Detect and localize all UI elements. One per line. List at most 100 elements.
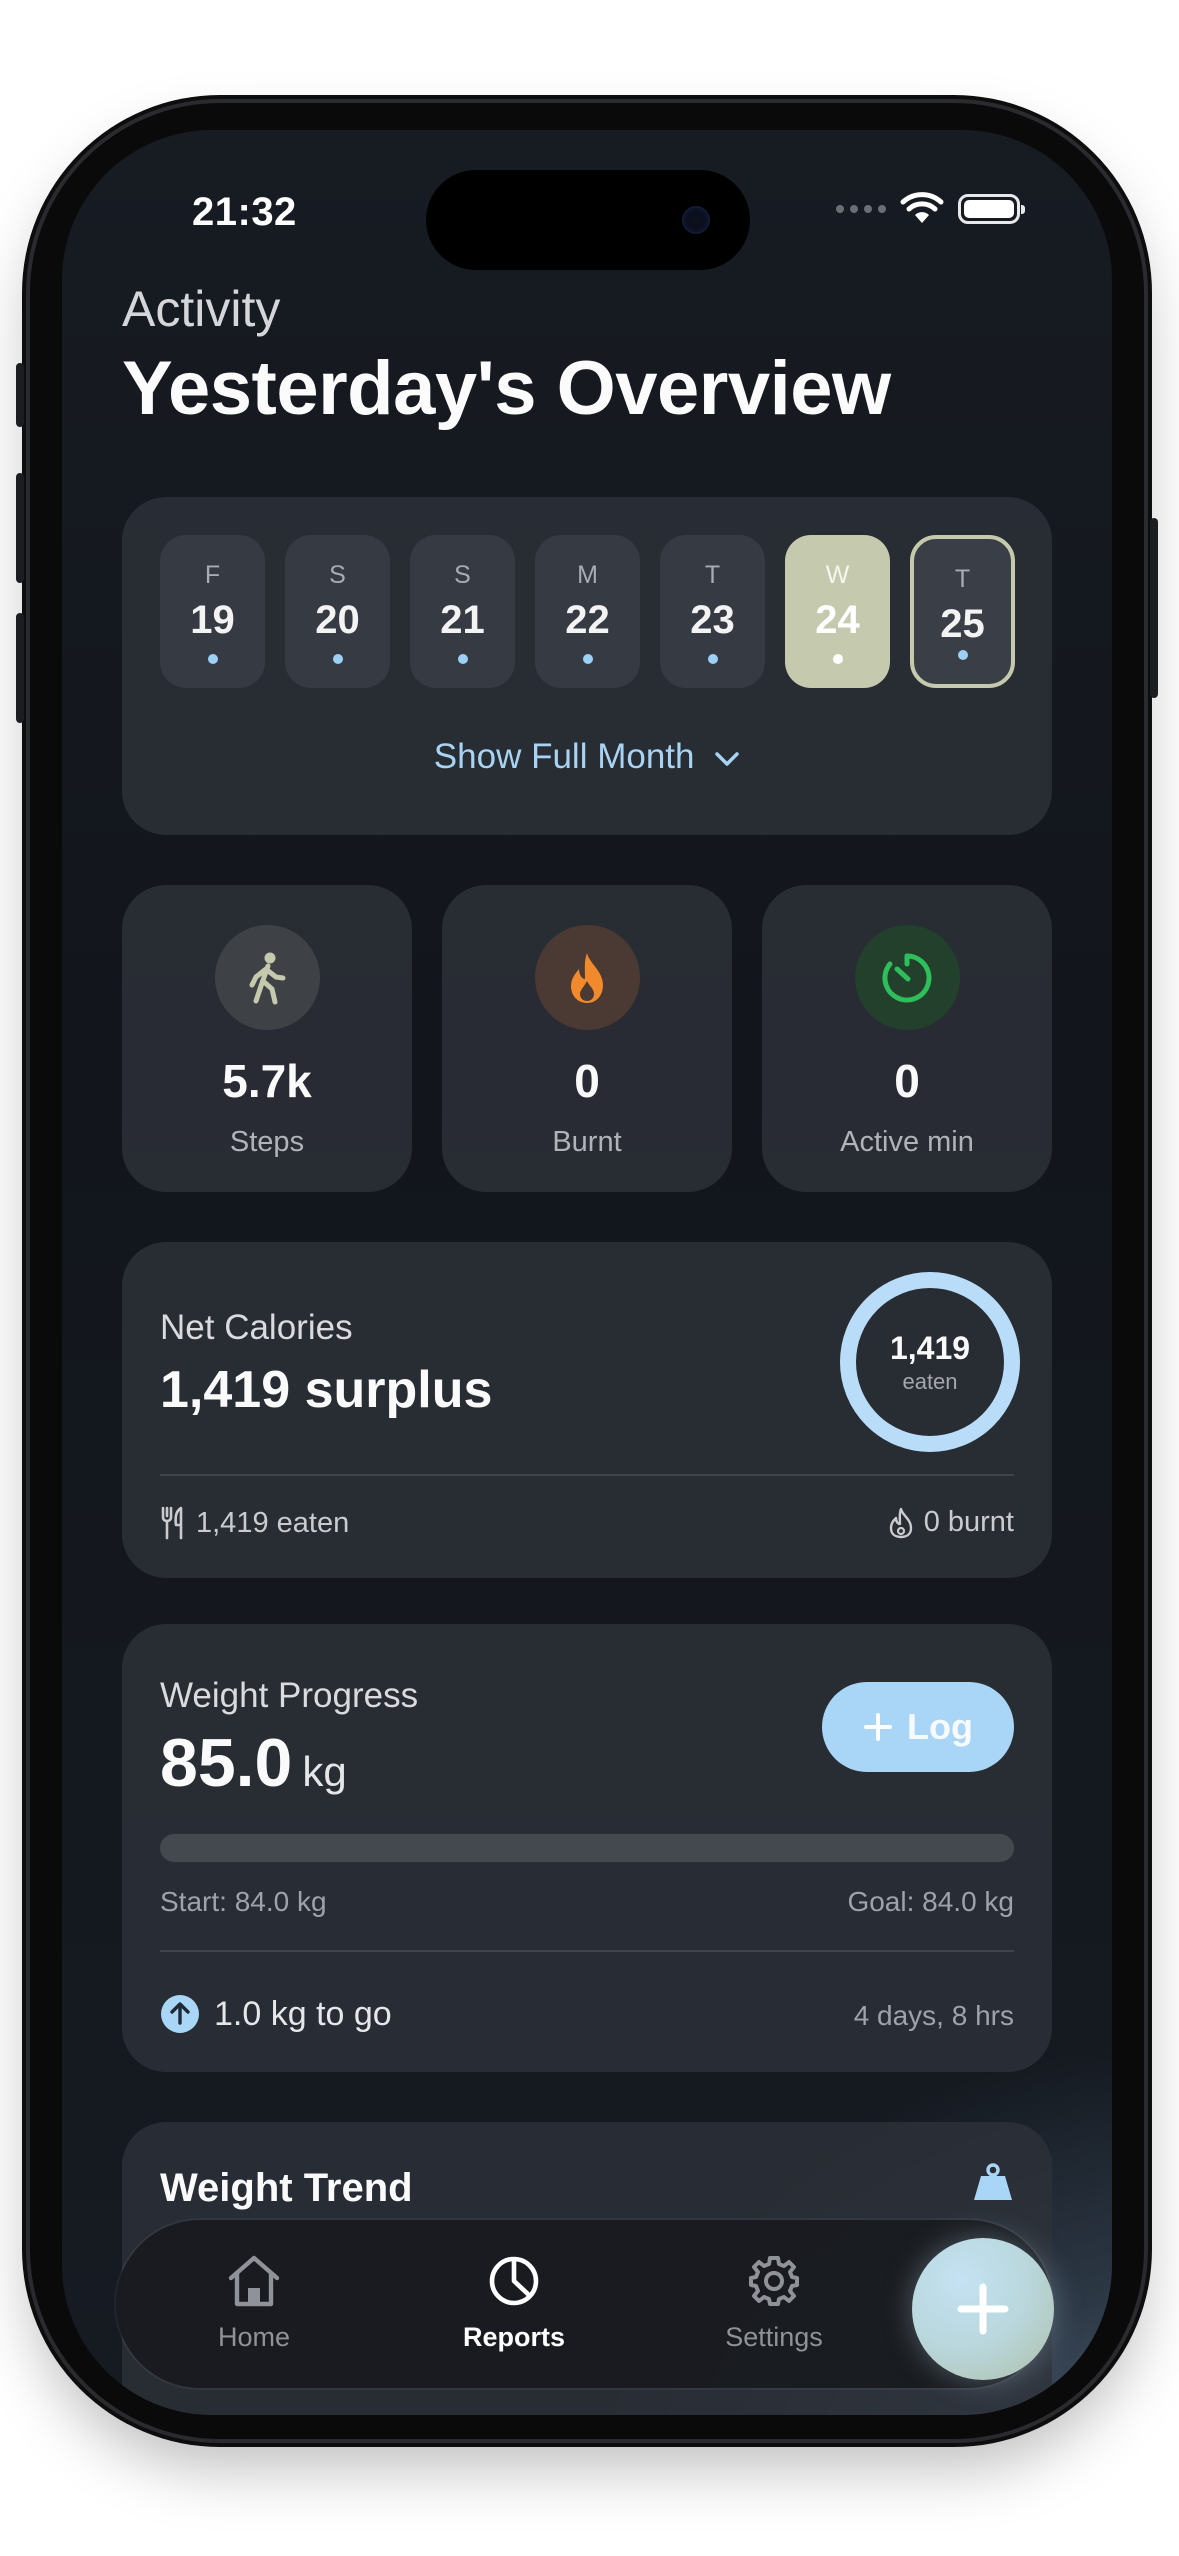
weight-trend-label: Weight Trend xyxy=(160,2166,413,2210)
wifi-icon xyxy=(900,192,944,223)
day-chip-24[interactable]: W 24 xyxy=(785,535,890,688)
day-weekday: M xyxy=(577,561,598,589)
week-calendar-card: F 19 S 20 S 21 M 22 T 23 W 24 T 25 Show Full Month xyxy=(122,497,1052,835)
net-calories-value: 1,419 surplus xyxy=(160,1361,493,1419)
status-time: 21:32 xyxy=(192,190,297,234)
start-weight: Start: 84.0 kg xyxy=(160,1886,327,1917)
scale-weight-icon xyxy=(974,2163,1012,2200)
camera-icon xyxy=(682,206,710,234)
day-number: 19 xyxy=(190,598,235,642)
time-remaining: 4 days, 8 hrs xyxy=(853,2000,1014,2031)
week-days: F 19 S 20 S 21 M 22 T 23 W 24 T 25 xyxy=(160,535,1015,688)
tab-home-label: Home xyxy=(217,2322,291,2352)
burnt-summary: 0 burnt xyxy=(888,1506,1014,1539)
show-full-month-label: Show Full Month xyxy=(433,737,695,776)
log-weight-button[interactable]: Log xyxy=(822,1682,1014,1772)
chevron-down-icon xyxy=(715,752,739,766)
net-calories-card[interactable]: Net Calories 1,419 surplus 1,419 eaten 1… xyxy=(122,1242,1052,1578)
steps-label: Steps xyxy=(229,1126,305,1158)
day-number: 25 xyxy=(940,602,985,646)
steps-card[interactable]: 5.7k Steps xyxy=(122,885,412,1192)
steps-value: 5.7k xyxy=(222,1055,312,1107)
weight-unit: kg xyxy=(302,1748,347,1795)
flame-outline-icon xyxy=(889,1507,912,1538)
active-min-label: Active min xyxy=(840,1126,974,1158)
day-indicator-dot xyxy=(207,654,218,664)
eaten-label: 1,419 eaten xyxy=(196,1506,350,1539)
day-indicator-dot xyxy=(707,654,718,664)
dynamic-island xyxy=(426,170,750,270)
battery-icon xyxy=(958,194,1025,224)
page-subtitle: Activity xyxy=(122,281,281,337)
volume-up-button xyxy=(16,473,24,583)
weight-value: 85.0 kg xyxy=(160,1724,347,1802)
divider xyxy=(160,1474,1014,1476)
show-full-month-button[interactable]: Show Full Month xyxy=(122,737,1052,777)
gear-icon xyxy=(749,2256,799,2306)
day-weekday: T xyxy=(704,561,721,589)
active-min-value: 0 xyxy=(894,1055,920,1107)
burnt-label: Burnt xyxy=(552,1126,622,1158)
day-indicator-dot xyxy=(457,654,468,664)
tab-home[interactable]: Home xyxy=(154,2254,354,2353)
signal-icon xyxy=(836,205,886,213)
plus-icon xyxy=(864,1713,892,1741)
to-go-summary: 1.0 kg to go xyxy=(160,1994,392,2034)
burnt-value: 0 xyxy=(574,1055,600,1107)
mute-switch xyxy=(16,363,24,427)
day-indicator-dot xyxy=(957,650,968,660)
day-chip-22[interactable]: M 22 xyxy=(535,535,640,688)
tab-settings[interactable]: Settings xyxy=(674,2254,874,2353)
weight-progress-label: Weight Progress xyxy=(160,1676,419,1715)
tab-reports[interactable]: Reports xyxy=(414,2254,614,2353)
walking-icon xyxy=(214,925,320,1030)
add-entry-button[interactable] xyxy=(912,2238,1054,2380)
day-chip-21[interactable]: S 21 xyxy=(410,535,515,688)
day-chip-20[interactable]: S 20 xyxy=(285,535,390,688)
day-weekday: W xyxy=(825,561,850,589)
status-icons xyxy=(836,192,1025,226)
day-weekday: F xyxy=(204,561,221,589)
day-weekday: S xyxy=(454,561,471,589)
day-indicator-dot xyxy=(832,654,843,664)
flame-icon xyxy=(534,925,640,1030)
day-chip-19[interactable]: F 19 xyxy=(160,535,265,688)
net-calories-label: Net Calories xyxy=(160,1308,353,1347)
ring-value: 1,419 xyxy=(889,1329,971,1366)
day-number: 24 xyxy=(815,598,860,642)
reports-icon xyxy=(489,2256,539,2306)
day-number: 23 xyxy=(690,598,735,642)
timer-icon xyxy=(854,925,960,1030)
arrow-up-circle-icon xyxy=(161,1995,199,2033)
day-indicator-dot xyxy=(582,654,593,664)
home-icon xyxy=(228,2255,280,2307)
weight-progress-bar xyxy=(160,1834,1014,1862)
page-title: Yesterday's Overview xyxy=(122,346,891,431)
day-indicator-dot xyxy=(332,654,343,664)
active-min-card[interactable]: 0 Active min xyxy=(762,885,1052,1192)
ring-label: eaten xyxy=(902,1368,958,1394)
day-number: 20 xyxy=(315,598,360,642)
screen: 21:32 Activity Yesterday's Overview F 19 S… xyxy=(62,130,1112,2415)
divider xyxy=(160,1950,1014,1952)
day-weekday: T xyxy=(954,565,971,593)
volume-down-button xyxy=(16,613,24,723)
calorie-ring-text: 1,419 eaten xyxy=(836,1268,1024,1456)
day-number: 21 xyxy=(440,598,485,642)
tab-reports-label: Reports xyxy=(462,2322,565,2352)
eaten-summary: 1,419 eaten xyxy=(160,1506,349,1540)
tab-settings-label: Settings xyxy=(725,2322,823,2352)
weight-progress-card: Weight Progress 85.0 kg Log Start: 84.0 k… xyxy=(122,1624,1052,2072)
day-number: 22 xyxy=(565,598,610,642)
burnt-card[interactable]: 0 Burnt xyxy=(442,885,732,1192)
day-chip-25[interactable]: T 25 xyxy=(910,535,1015,688)
power-button xyxy=(1150,518,1158,698)
utensils-icon xyxy=(161,1506,183,1540)
day-weekday: S xyxy=(329,561,346,589)
to-go-label: 1.0 kg to go xyxy=(214,1994,392,2033)
day-chip-23[interactable]: T 23 xyxy=(660,535,765,688)
goal-weight: Goal: 84.0 kg xyxy=(847,1886,1014,1917)
burnt-summary-label: 0 burnt xyxy=(923,1506,1014,1538)
plus-icon xyxy=(957,2283,1009,2335)
log-label: Log xyxy=(907,1706,973,1747)
